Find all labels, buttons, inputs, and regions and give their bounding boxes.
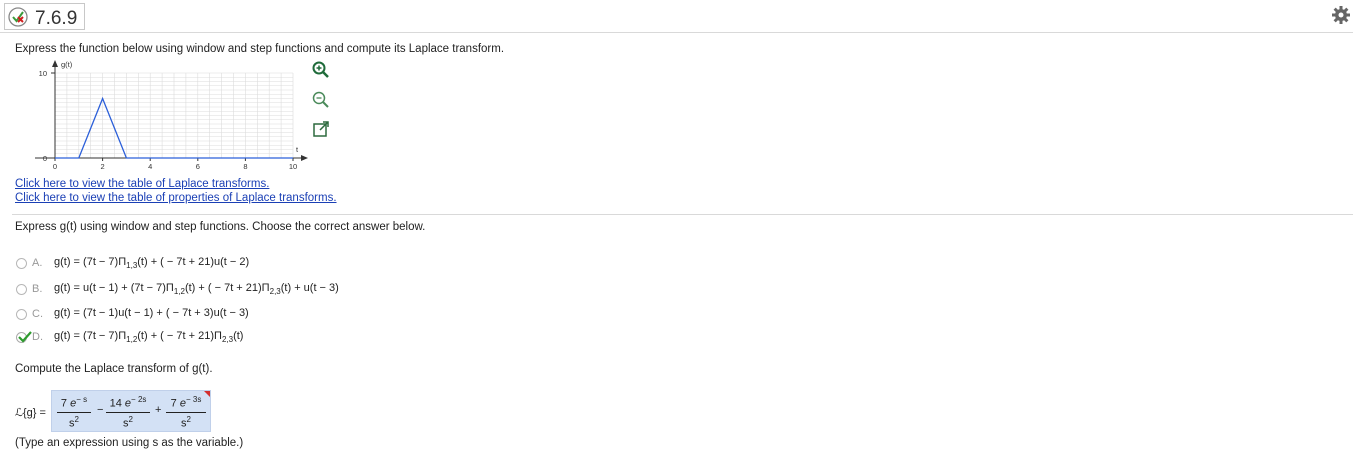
checkmark-icon [18, 331, 32, 343]
term-2: 14 e− 2s s2 [106, 395, 150, 429]
x-tick-label: 4 [148, 162, 152, 171]
section-divider [12, 214, 1353, 215]
operator-minus: − [97, 404, 104, 416]
zoom-in-icon[interactable] [311, 60, 331, 80]
laplace-lhs: ℒ{g} = [15, 407, 46, 419]
partial-correct-icon [8, 7, 28, 27]
part1-prompt: Express g(t) using window and step funct… [15, 221, 426, 233]
question-number: 7.6.9 [35, 8, 78, 29]
y-tick-label: 0 [43, 154, 47, 163]
gear-icon[interactable] [1331, 5, 1351, 25]
question-header: 7.6.9 [4, 3, 85, 30]
function-graph: g(t) t 10 0 0 2 4 6 8 10 [35, 60, 308, 171]
y-axis-label: g(t) [61, 60, 73, 69]
x-tick-label: 8 [243, 162, 247, 171]
term-1: 7 e− s s2 [57, 395, 91, 429]
option-a-text: g(t) = (7t − 7)Π1,3(t) + ( − 7t + 21)u(t… [54, 256, 250, 271]
question-prompt: Express the function below using window … [15, 43, 505, 55]
popout-icon[interactable] [311, 119, 331, 139]
header-divider [0, 32, 1353, 33]
x-tick-labels: 0 2 4 6 8 10 [53, 158, 297, 171]
answer-input[interactable]: 7 e− s s2 − 14 e− 2s s2 + 7 e− 3s s2 [51, 390, 211, 432]
y-axis-arrow [52, 60, 58, 67]
radio-button[interactable] [16, 284, 27, 295]
operator-plus: + [155, 404, 162, 416]
x-tick-label: 2 [101, 162, 105, 171]
laplace-properties-link[interactable]: Click here to view the table of properti… [15, 192, 337, 204]
option-d-text: g(t) = (7t − 7)Π1,2(t) + ( − 7t + 21)Π2,… [54, 330, 244, 345]
zoom-out-icon[interactable] [311, 90, 331, 110]
option-b-text: g(t) = u(t − 1) + (7t − 7)Π1,2(t) + ( − … [54, 282, 339, 297]
laplace-table-link[interactable]: Click here to view the table of Laplace … [15, 178, 269, 190]
x-tick-label: 10 [289, 162, 297, 171]
x-axis-arrow [301, 155, 308, 161]
term-3: 7 e− 3s s2 [166, 395, 206, 429]
y-tick-labels: 10 0 [39, 69, 55, 163]
x-axis-label: t [296, 145, 299, 154]
y-tick-label: 10 [39, 69, 47, 78]
graph-grid [54, 72, 294, 159]
x-tick-label: 6 [196, 162, 200, 171]
radio-button[interactable] [16, 258, 27, 269]
radio-button[interactable] [16, 309, 27, 320]
part2-prompt: Compute the Laplace transform of g(t). [15, 363, 213, 375]
x-tick-label: 0 [53, 162, 57, 171]
option-c-text: g(t) = (7t − 1)u(t − 1) + ( − 7t + 3)u(t… [54, 307, 249, 319]
answer-hint: (Type an expression using s as the varia… [15, 437, 244, 449]
